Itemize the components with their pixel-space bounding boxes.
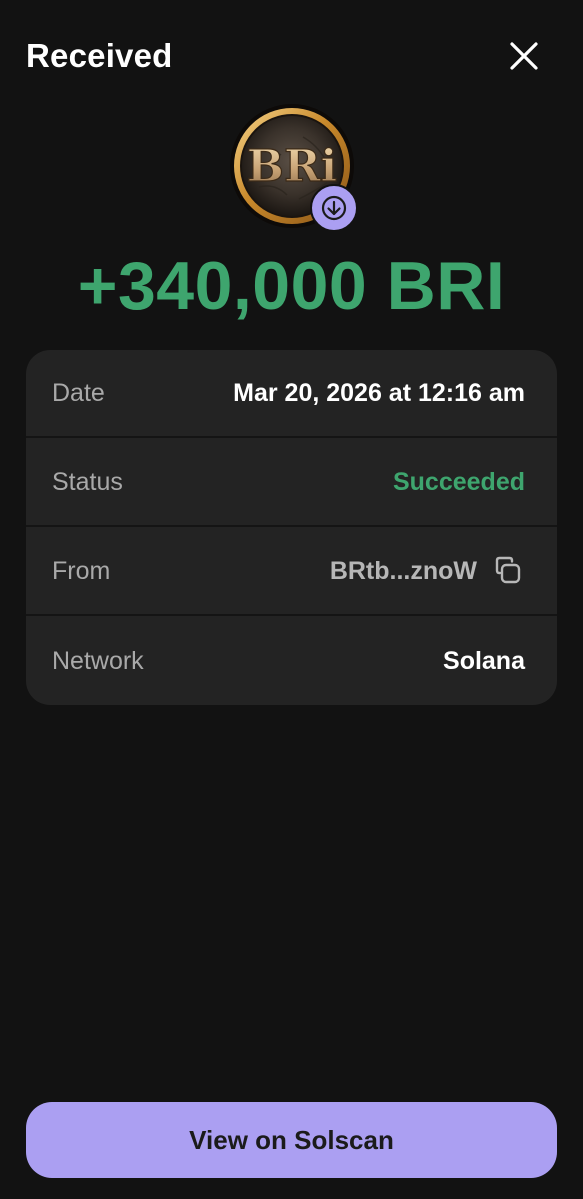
page-title: Received [26, 37, 173, 74]
from-label: From [52, 556, 111, 585]
network-label: Network [52, 646, 144, 675]
detail-row-network: Network Solana [26, 617, 557, 705]
date-value: Mar 20, 2026 at 12:16 am [233, 378, 525, 407]
copy-icon[interactable] [491, 554, 525, 588]
close-button[interactable] [502, 34, 546, 78]
status-value: Succeeded [392, 467, 525, 496]
token-avatar: BRi [229, 103, 359, 233]
detail-row-from: From BRtb...znoW [26, 528, 557, 616]
close-icon [510, 42, 538, 70]
detail-row-status: Status Succeeded [26, 439, 557, 527]
network-value: Solana [443, 646, 525, 675]
detail-row-date: Date Mar 20, 2026 at 12:16 am [26, 350, 557, 438]
transaction-details-card: Date Mar 20, 2026 at 12:16 am Status Suc… [26, 350, 557, 705]
view-on-solscan-button[interactable]: View on Solscan [26, 1102, 557, 1178]
from-address[interactable]: BRtb...znoW [330, 557, 477, 586]
receive-badge [310, 184, 358, 232]
from-address-group[interactable]: BRtb...znoW [330, 554, 525, 588]
received-amount: +340,000 BRI [77, 248, 506, 324]
status-label: Status [52, 467, 123, 496]
date-label: Date [52, 378, 105, 407]
